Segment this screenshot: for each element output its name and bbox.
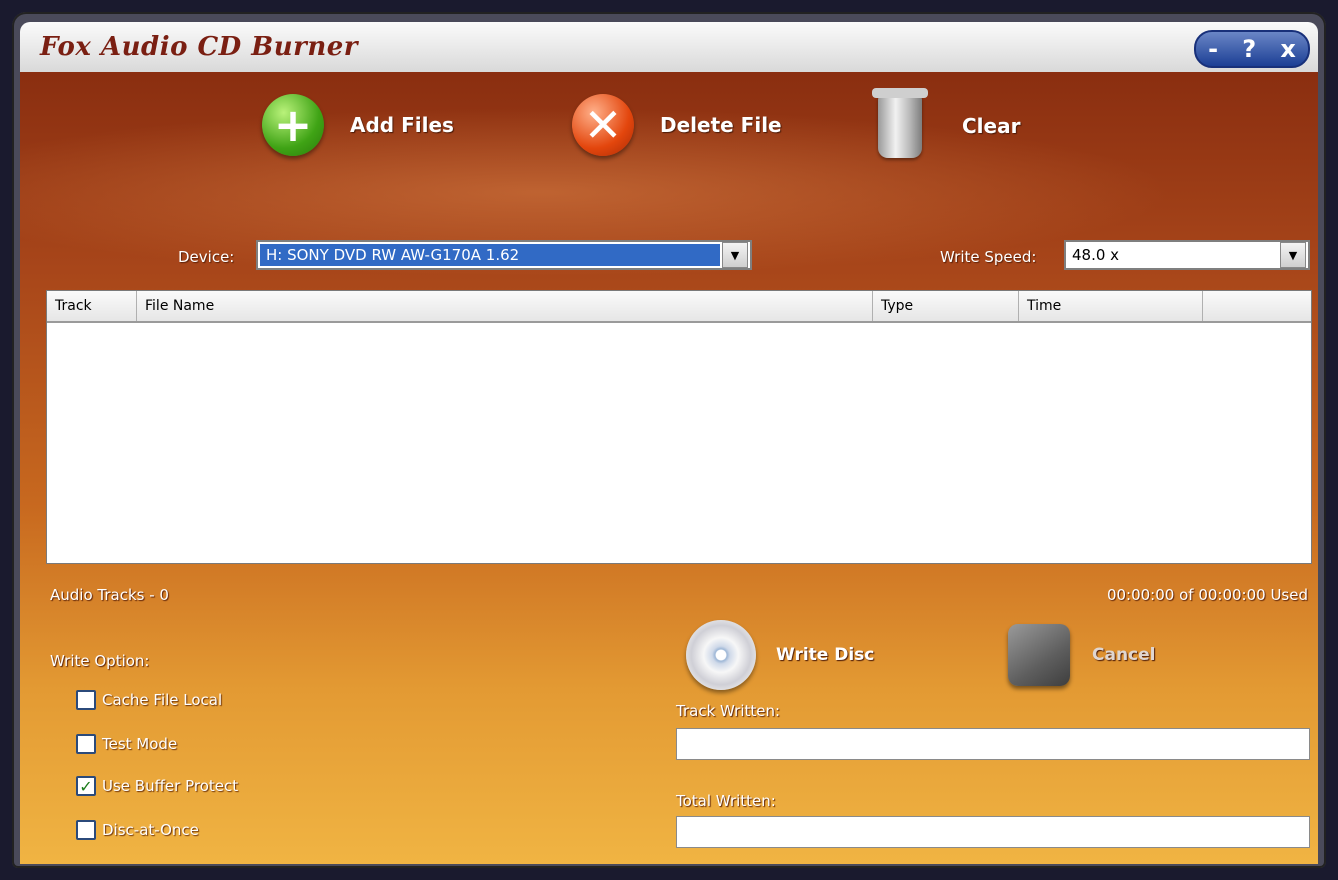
write-option-title: Write Option: (50, 652, 150, 670)
checkmark-icon[interactable]: ✓ (76, 776, 96, 796)
clear-button[interactable]: Clear (872, 88, 1021, 158)
column-file-name[interactable]: File Name (137, 291, 873, 321)
time-used: 00:00:00 of 00:00:00 Used (1106, 586, 1308, 604)
checkbox-label: Cache File Local (102, 691, 223, 709)
track-written-label: Track Written: (676, 702, 781, 720)
write-speed-label: Write Speed: (940, 248, 1037, 266)
write-disc-button[interactable]: Write Disc (686, 620, 874, 690)
device-label: Device: (178, 248, 235, 266)
checkbox-label: Disc-at-Once (102, 821, 199, 839)
track-list-header: Track File Name Type Time (47, 291, 1311, 323)
close-button[interactable]: x (1280, 35, 1295, 63)
disc-at-once-checkbox[interactable]: Disc-at-Once (76, 820, 199, 840)
checkbox-box[interactable] (76, 690, 96, 710)
plus-icon: + (262, 94, 324, 156)
chevron-down-icon[interactable]: ▼ (1280, 242, 1306, 268)
cache-file-local-checkbox[interactable]: Cache File Local (76, 690, 222, 710)
write-disc-label: Write Disc (776, 645, 875, 665)
add-files-label: Add Files (350, 113, 454, 137)
use-buffer-protect-checkbox[interactable]: ✓ Use Buffer Protect (76, 776, 238, 796)
checkbox-box[interactable] (76, 734, 96, 754)
column-track[interactable]: Track (47, 291, 137, 321)
column-type[interactable]: Type (873, 291, 1019, 321)
test-mode-checkbox[interactable]: Test Mode (76, 734, 177, 754)
cancel-button[interactable]: Cancel (1008, 624, 1155, 686)
delete-file-label: Delete File (660, 113, 782, 137)
checkbox-label: Test Mode (102, 735, 178, 753)
add-files-button[interactable]: + Add Files (262, 94, 454, 156)
track-written-progress (676, 728, 1310, 760)
column-extra[interactable] (1203, 291, 1309, 321)
device-value: H: SONY DVD RW AW-G170A 1.62 (260, 244, 720, 266)
total-written-progress (676, 816, 1310, 848)
checkbox-box[interactable] (76, 820, 96, 840)
cancel-label: Cancel (1092, 645, 1156, 665)
column-time[interactable]: Time (1019, 291, 1203, 321)
write-speed-value: 48.0 x (1072, 246, 1120, 264)
help-button[interactable]: ? (1242, 35, 1256, 63)
delete-x-icon: ✕ (572, 94, 634, 156)
title-bar[interactable]: Fox Audio CD Burner - ? x (20, 22, 1318, 72)
delete-file-button[interactable]: ✕ Delete File (572, 94, 782, 156)
track-list[interactable]: Track File Name Type Time (46, 290, 1312, 564)
main-panel: + Add Files ✕ Delete File Clear Device: … (20, 72, 1318, 864)
device-select[interactable]: H: SONY DVD RW AW-G170A 1.62 ▼ (256, 240, 752, 270)
stop-icon (1008, 624, 1070, 686)
window-title: Fox Audio CD Burner (40, 32, 358, 62)
cd-disc-icon (686, 620, 756, 690)
chevron-down-icon[interactable]: ▼ (722, 242, 748, 268)
write-speed-select[interactable]: 48.0 x ▼ (1064, 240, 1310, 270)
minimize-button[interactable]: - (1208, 35, 1218, 63)
audio-tracks-count: Audio Tracks - 0 (50, 586, 169, 604)
clear-label: Clear (962, 114, 1021, 138)
window-controls: - ? x (1194, 30, 1310, 68)
total-written-label: Total Written: (676, 792, 776, 810)
trash-can-icon (872, 88, 928, 158)
checkbox-label: Use Buffer Protect (102, 777, 239, 795)
